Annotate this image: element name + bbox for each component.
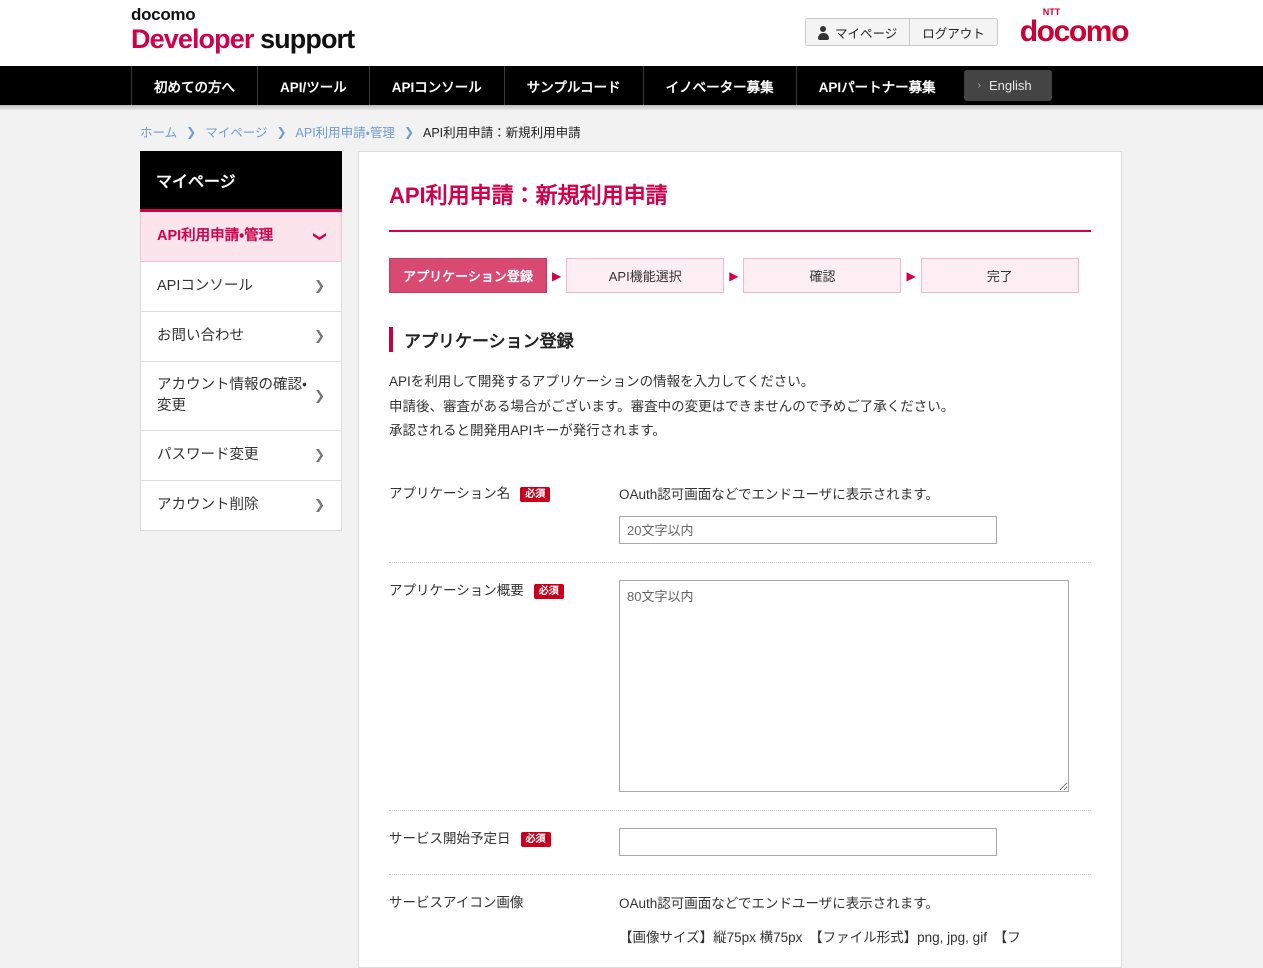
logout-button[interactable]: ログアウト — [909, 19, 997, 45]
global-nav-wrapper: 初めての方へ API/ツール APIコンソール サンプルコード イノベーター募集… — [0, 66, 1263, 111]
form-label-service-icon: サービスアイコン画像 — [389, 892, 619, 913]
nav-item-beginners[interactable]: 初めての方へ — [131, 66, 257, 105]
global-nav: 初めての方へ API/ツール APIコンソール サンプルコード イノベーター募集… — [0, 66, 1263, 105]
account-button-group: マイページ ログアウト — [804, 18, 998, 46]
form-label-text: サービスアイコン画像 — [389, 895, 524, 911]
required-badge: 必須 — [533, 584, 564, 600]
nav-item-api-console[interactable]: APIコンソール — [368, 66, 504, 105]
chevron-right-icon: ❯ — [314, 328, 325, 344]
breadcrumb-separator: ❯ — [276, 124, 287, 139]
logo-developer-support: Developer support — [131, 24, 355, 54]
step-arrow-icon: ▶ — [906, 268, 916, 283]
description-line: 承認されると開発用APIキーが発行されます。 — [389, 423, 666, 439]
step-api-selection[interactable]: API機能選択 — [566, 258, 725, 293]
form-note-service-icon-1: OAuth認可画面などでエンドユーザに表示されます。 — [619, 896, 939, 912]
app-name-input[interactable] — [619, 516, 997, 545]
sidebar-item-account-info[interactable]: アカウント情報の確認・変更 ❯ — [140, 362, 342, 432]
logo-support-word: support — [253, 24, 355, 54]
logout-button-label: ログアウト — [922, 26, 985, 41]
breadcrumb-item-current: API利用申請：新規利用申請 — [423, 126, 581, 140]
sidebar-item-label: パスワード変更 — [157, 447, 259, 464]
breadcrumb: ホーム ❯ マイページ ❯ API利用申請・管理 ❯ API利用申請：新規利用申… — [0, 111, 1263, 151]
chevron-right-icon: ❯ — [314, 278, 325, 294]
nav-item-innovator[interactable]: イノベーター募集 — [642, 66, 796, 105]
chevron-down-icon: ❯ — [312, 231, 328, 242]
sidebar-item-password-change[interactable]: パスワード変更 ❯ — [140, 431, 342, 482]
form-body-app-summary — [619, 580, 1091, 793]
logo-docomo-text: docomo — [131, 5, 196, 24]
nav-item-sample-code[interactable]: サンプルコード — [503, 66, 643, 105]
chevron-right-icon: ❯ — [314, 387, 325, 403]
breadcrumb-item-home[interactable]: ホーム — [140, 122, 177, 141]
ntt-logo-text: NTT — [1042, 7, 1061, 17]
docomo-logo-text: docomo — [1019, 15, 1130, 48]
step-confirm[interactable]: 確認 — [743, 258, 902, 293]
breadcrumb-item-mypage[interactable]: マイページ — [205, 122, 267, 141]
required-badge: 必須 — [520, 832, 551, 848]
nav-shadow — [0, 105, 1263, 111]
sidebar-heading: マイページ — [140, 151, 342, 212]
form-label-service-start-date: サービス開始予定日 必須 — [389, 828, 619, 849]
ntt-docomo-logo[interactable]: NTT docomo — [1019, 8, 1130, 48]
section-heading: アプリケーション登録 — [389, 327, 1091, 352]
app-summary-textarea[interactable] — [619, 580, 1069, 793]
form-row-service-start-date: サービス開始予定日 必須 — [389, 811, 1091, 876]
sidebar-item-label: API利用申請・管理 — [157, 227, 274, 244]
language-switch-english[interactable]: › English — [963, 70, 1052, 101]
description-line: 申請後、審査がある場合がございます。審査中の変更はできませんので予めご了承くださ… — [389, 398, 955, 414]
logo-developer-word: Developer — [131, 24, 254, 54]
person-icon — [817, 25, 829, 40]
page-layout: マイページ API利用申請・管理 ❯ APIコンソール ❯ お問い合わせ ❯ ア… — [0, 151, 1263, 968]
breadcrumb-separator: ❯ — [403, 124, 414, 139]
form-label-text: アプリケーション概要 — [389, 583, 524, 599]
form-note-app-name: OAuth認可画面などでエンドユーザに表示されます。 — [619, 487, 939, 503]
form-row-service-icon: サービスアイコン画像 OAuth認可画面などでエンドユーザに表示されます。 【画… — [389, 875, 1091, 966]
chevron-right-icon: ❯ — [314, 447, 325, 463]
step-application-registration[interactable]: アプリケーション登録 — [389, 258, 547, 293]
header-right-cluster: マイページ ログアウト NTT docomo — [804, 8, 1130, 48]
step-arrow-icon: ▶ — [552, 268, 562, 283]
sidebar-item-api-application[interactable]: API利用申請・管理 ❯ — [140, 212, 342, 262]
sidebar-item-label: アカウント情報の確認・変更 — [157, 377, 307, 415]
description-line: APIを利用して開発するアプリケーションの情報を入力してください。 — [389, 374, 815, 389]
page-title: API利用申請：新規利用申請 — [389, 178, 1091, 232]
sidebar-item-account-delete[interactable]: アカウント削除 ❯ — [140, 481, 342, 532]
mypage-button[interactable]: マイページ — [805, 19, 910, 45]
required-badge: 必須 — [520, 487, 551, 503]
mypage-button-label: マイページ — [834, 26, 898, 41]
step-complete[interactable]: 完了 — [920, 258, 1079, 293]
step-arrow-icon: ▶ — [729, 268, 739, 283]
chevron-right-icon: ❯ — [314, 497, 325, 513]
form-label-text: アプリケーション名 — [389, 486, 511, 502]
sidebar-item-label: お問い合わせ — [157, 327, 244, 344]
section-description: APIを利用して開発するアプリケーションの情報を入力してください。 申請後、審査… — [389, 370, 1091, 444]
form-body-app-name: OAuth認可画面などでエンドユーザに表示されます。 — [619, 483, 1091, 545]
form-label-app-name: アプリケーション名 必須 — [389, 483, 619, 504]
breadcrumb-separator: ❯ — [186, 124, 197, 139]
sidebar-item-label: APIコンソール — [157, 277, 253, 294]
step-indicator: アプリケーション登録 ▶ API機能選択 ▶ 確認 ▶ 完了 — [389, 258, 1091, 293]
sidebar-item-label: アカウント削除 — [157, 497, 259, 514]
site-header: docomo Developer support マイページ ログアウト NTT… — [0, 0, 1263, 66]
breadcrumb-item-api-application[interactable]: API利用申請・管理 — [296, 122, 395, 141]
site-logo[interactable]: docomo Developer support — [131, 5, 355, 54]
form-body-service-icon: OAuth認可画面などでエンドユーザに表示されます。 【画像サイズ】縦75px … — [619, 892, 1091, 948]
sidebar: マイページ API利用申請・管理 ❯ APIコンソール ❯ お問い合わせ ❯ ア… — [140, 151, 342, 532]
form-row-app-summary: アプリケーション概要 必須 — [389, 563, 1091, 812]
language-switch-label: English — [988, 78, 1032, 93]
service-start-date-input[interactable] — [619, 828, 997, 857]
content-panel: API利用申請：新規利用申請 アプリケーション登録 ▶ API機能選択 ▶ 確認… — [358, 151, 1122, 968]
chevron-right-icon: › — [977, 80, 981, 91]
form-body-service-start-date — [619, 828, 1091, 857]
form-label-app-summary: アプリケーション概要 必須 — [389, 580, 619, 601]
form-row-app-name: アプリケーション名 必須 OAuth認可画面などでエンドユーザに表示されます。 — [389, 466, 1091, 564]
nav-item-api-tools[interactable]: API/ツール — [257, 66, 369, 105]
form-note-service-icon-2: 【画像サイズ】縦75px 横75px 【ファイル形式】png, jpg, gif… — [619, 929, 1021, 945]
sidebar-item-api-console[interactable]: APIコンソール ❯ — [140, 262, 342, 312]
nav-item-api-partner[interactable]: APIパートナー募集 — [795, 66, 958, 105]
form-label-text: サービス開始予定日 — [389, 831, 511, 847]
sidebar-item-contact[interactable]: お問い合わせ ❯ — [140, 312, 342, 362]
